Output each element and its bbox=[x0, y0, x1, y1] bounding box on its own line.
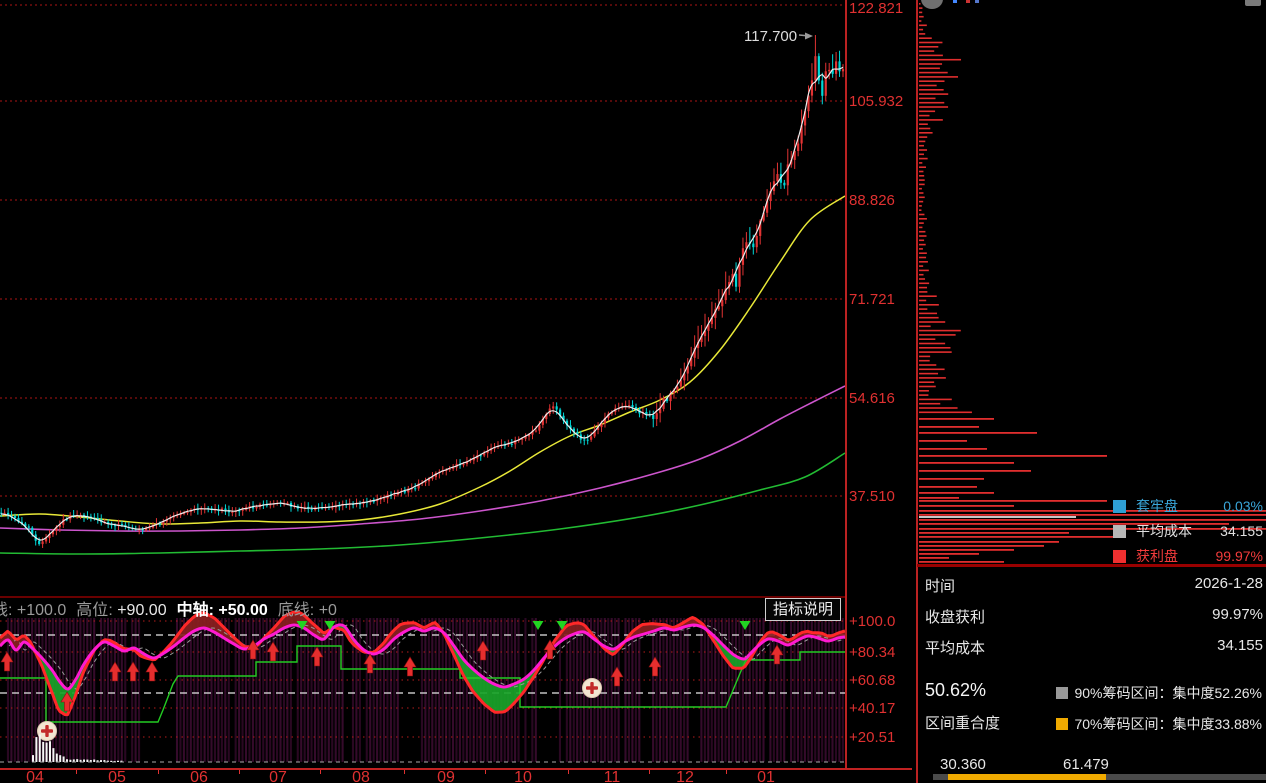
overlap-percent: 50.62% bbox=[925, 680, 987, 700]
mini-marker-icon bbox=[966, 0, 970, 3]
month-label: 01 bbox=[757, 769, 775, 783]
legend-label: 平均成本 bbox=[1136, 523, 1192, 539]
indicator-axis-label: +60.68 bbox=[849, 672, 896, 689]
conc-90: 90%筹码区间：集中度52.26% bbox=[1056, 683, 1262, 703]
indicator-top-border bbox=[0, 596, 845, 598]
profit-swatch bbox=[1113, 549, 1126, 563]
month-label: 06 bbox=[190, 769, 208, 783]
indicator-axis-label: +100.0 bbox=[849, 613, 896, 630]
param-label: 高位 bbox=[76, 602, 109, 618]
main-price-axis: 122.821 105.932 88.826 71.721 54.616 37.510 bbox=[849, 0, 913, 597]
month-label: 10 bbox=[514, 769, 532, 783]
panel-menu-icon[interactable] bbox=[1245, 0, 1261, 6]
chip-distribution-chart bbox=[919, 3, 1266, 563]
y-axis-label: 71.721 bbox=[849, 291, 895, 308]
legend-value: 99.97% bbox=[1215, 548, 1263, 564]
y-axis-label: 54.616 bbox=[849, 390, 895, 407]
info-label: 时间 bbox=[925, 578, 956, 595]
mini-marker-icon bbox=[953, 0, 957, 3]
conc-70: 70%筹码区间：集中度33.88% bbox=[1056, 714, 1262, 734]
y-axis-label: 122.821 bbox=[849, 0, 904, 17]
info-label: 收盘获利 bbox=[925, 609, 986, 626]
legend-row-trapped: 套牢盘 0.03% bbox=[1113, 497, 1263, 515]
time-axis-line bbox=[0, 768, 912, 770]
y-axis-label: 105.932 bbox=[849, 93, 904, 110]
chip-bottom-border bbox=[917, 564, 1266, 567]
legend-value: 34.155 bbox=[1220, 523, 1263, 539]
info-label: 平均成本 bbox=[925, 640, 986, 657]
chip-range-bar bbox=[933, 774, 1266, 780]
month-label: 05 bbox=[108, 769, 126, 783]
time-axis: 04 05 06 07 08 09 10 11 12 01 bbox=[0, 768, 912, 783]
month-label: 04 bbox=[26, 769, 44, 783]
y-axis-label: 37.510 bbox=[849, 488, 895, 505]
info-value: 34.155 bbox=[1217, 637, 1263, 654]
y-axis-label: 88.826 bbox=[849, 192, 895, 209]
main-candlestick-chart: 117.700 bbox=[0, 4, 845, 555]
info-value: 2026-1-28 bbox=[1194, 575, 1263, 592]
info-row-close-profit: 收盘获利 99.97% bbox=[925, 606, 1263, 627]
month-label: 09 bbox=[437, 769, 455, 783]
info-row-time: 时间 2026-1-28 bbox=[925, 575, 1263, 596]
mini-marker-icon bbox=[975, 0, 979, 3]
indicator-help-button[interactable]: 指标说明 bbox=[765, 598, 841, 621]
range-low: 30.360 bbox=[940, 756, 986, 773]
info-value: 99.97% bbox=[1212, 606, 1263, 623]
legend-label: 套牢盘 bbox=[1136, 498, 1178, 514]
legend-label: 获利盘 bbox=[1136, 548, 1178, 564]
avg-cost-swatch bbox=[1113, 524, 1126, 538]
month-label: 11 bbox=[603, 769, 621, 783]
conc-70-swatch bbox=[1056, 718, 1069, 730]
chart-right-border bbox=[845, 0, 847, 768]
param-label: 顶线 bbox=[0, 602, 9, 618]
indicator-axis-label: +80.34 bbox=[849, 644, 896, 661]
legend-row-avg-cost: 平均成本 34.155 bbox=[1113, 522, 1263, 540]
indicator-axis-label: +20.51 bbox=[849, 729, 896, 746]
info-row-avg-cost: 平均成本 34.155 bbox=[925, 637, 1263, 658]
indicator-value-axis: +100.0 +80.34 +60.68 +40.17 +20.51 bbox=[849, 597, 913, 768]
indicator-parameters: 顶线: +100.0高位: +90.00中轴: +50.00底线: +0 bbox=[0, 596, 758, 618]
svg-text:117.700: 117.700 bbox=[744, 28, 797, 45]
month-label: 12 bbox=[676, 769, 694, 783]
indicator-oscillator-chart bbox=[0, 610, 845, 763]
param-label: 底线 bbox=[277, 602, 310, 618]
param-label: 中轴 bbox=[176, 602, 209, 618]
panel-divider bbox=[916, 0, 918, 783]
chip-range-70-segment bbox=[948, 774, 1106, 780]
range-high: 61.479 bbox=[1063, 756, 1109, 773]
legend-value: 0.03% bbox=[1223, 498, 1263, 514]
month-label: 08 bbox=[352, 769, 370, 783]
month-label: 07 bbox=[269, 769, 287, 783]
conc-90-swatch bbox=[1056, 687, 1069, 699]
trapped-swatch bbox=[1113, 499, 1126, 513]
indicator-axis-label: +40.17 bbox=[849, 700, 896, 717]
trading-app-window: 117.700 122.821 105.932 88.826 71.721 54.616… bbox=[0, 0, 1266, 783]
legend-row-profit: 获利盘 99.97% bbox=[1113, 547, 1263, 565]
overlap-label: 区间重合度 bbox=[925, 715, 1001, 732]
